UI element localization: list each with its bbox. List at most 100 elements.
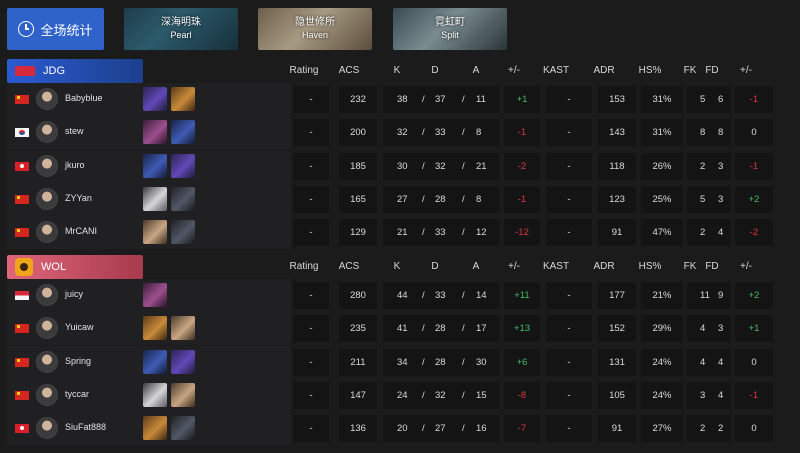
separator: / xyxy=(422,356,425,368)
column-header-d[interactable]: D xyxy=(430,65,440,76)
flag-cn-icon xyxy=(15,390,29,400)
stat-acs: 136 xyxy=(339,415,377,443)
player-name[interactable]: MrCANI xyxy=(65,226,97,236)
player-info: jkuro xyxy=(7,149,291,183)
agent-dark-icon xyxy=(171,220,195,245)
player-info: ZYYan xyxy=(7,182,291,216)
stat-k: 32 xyxy=(397,127,408,139)
agent-tan-icon xyxy=(171,316,195,341)
column-header-fd[interactable]: FD xyxy=(705,65,719,76)
clock-icon xyxy=(18,21,35,37)
table-row[interactable]: Spring -211 34 28 30// +6-131 24% 4 4 0 xyxy=(7,345,792,379)
stat-adr: 153 xyxy=(598,86,636,113)
player-name[interactable]: tyccar xyxy=(65,389,89,399)
column-header-kast[interactable]: KAST xyxy=(542,261,570,272)
player-name[interactable]: SiuFat888 xyxy=(65,422,106,432)
table-row[interactable]: stew -200 32 33 8// -1-143 31% 8 8 0 xyxy=(7,116,792,150)
flag-cn-icon xyxy=(15,357,29,367)
separator: / xyxy=(462,160,465,172)
column-header-acs[interactable]: ACS xyxy=(338,65,360,76)
agent-purple-icon xyxy=(171,349,195,374)
table-row[interactable]: ZYYan -165 27 28 8// -1-123 25% 5 3 +2 xyxy=(7,182,792,216)
stat-kast: - xyxy=(546,219,592,247)
stat-hs: 26% xyxy=(641,152,683,180)
column-header-k[interactable]: K xyxy=(392,65,402,76)
agent-dark-icon xyxy=(171,186,195,211)
table-row[interactable]: SiuFat888-136 20 27 16// -7-91 27% 2 2 0 xyxy=(7,412,792,446)
player-name[interactable]: Spring xyxy=(65,356,91,366)
map-tab-split[interactable]: 霓虹町 Split xyxy=(393,8,507,50)
team-logo-icon xyxy=(15,66,35,76)
stat-adr: 143 xyxy=(598,119,636,147)
map-tab-pearl[interactable]: 深海明珠 Pearl xyxy=(124,8,238,50)
player-info: Yuicaw xyxy=(7,312,291,346)
column-header-pm[interactable]: +/- xyxy=(505,65,523,76)
stat-kast: - xyxy=(546,86,592,113)
column-header-hs[interactable]: HS% xyxy=(638,261,662,272)
column-header-fd[interactable]: FD xyxy=(705,261,719,272)
stat-d: 28 xyxy=(435,323,446,335)
stat-fk-fd-group xyxy=(687,348,731,376)
separator: / xyxy=(422,227,425,239)
stat-rating: - xyxy=(293,152,329,180)
table-row[interactable]: jkuro -185 30 32 21// -2-118 26% 2 3 -1 xyxy=(7,149,792,183)
table-row[interactable]: juicy -280 44 33 14// +11-177 21% 11 9 +2 xyxy=(7,279,792,312)
column-header-fk[interactable]: FK xyxy=(683,65,697,76)
stat-hs: 31% xyxy=(641,119,683,147)
table-row[interactable]: tyccar -147 24 32 15// -8-105 24% 3 4 -1 xyxy=(7,378,792,412)
separator: / xyxy=(462,193,465,205)
flag-cn-icon xyxy=(15,228,29,238)
stat-plus-minus: -2 xyxy=(504,152,540,180)
table-row[interactable]: Yuicaw -235 41 28 17// +13-152 29% 4 3 +1 xyxy=(7,312,792,346)
player-name[interactable]: Yuicaw xyxy=(65,322,94,332)
stat-a: 21 xyxy=(476,160,487,172)
stat-fk-fd-group xyxy=(687,381,731,409)
column-header-fpm[interactable]: +/- xyxy=(737,65,755,76)
player-name[interactable]: juicy xyxy=(65,289,83,299)
player-name[interactable]: jkuro xyxy=(65,160,85,170)
player-name[interactable]: Babyblue xyxy=(65,93,103,103)
stat-d: 33 xyxy=(435,290,446,301)
stat-fk: 11 xyxy=(700,290,710,301)
stat-d: 32 xyxy=(435,160,446,172)
stat-k: 30 xyxy=(397,160,408,172)
column-header-adr[interactable]: ADR xyxy=(592,65,616,76)
stat-fk-fd-group xyxy=(687,152,731,180)
column-header-adr[interactable]: ADR xyxy=(592,261,616,272)
player-avatar xyxy=(36,350,58,373)
column-header-a[interactable]: A xyxy=(471,65,481,76)
player-name[interactable]: stew xyxy=(65,126,84,136)
column-header-kast[interactable]: KAST xyxy=(542,65,570,76)
stat-plus-minus: -7 xyxy=(504,415,540,443)
stat-hs: 21% xyxy=(641,282,683,309)
team-logo-icon xyxy=(15,258,33,276)
agent-dark-icon xyxy=(171,416,195,441)
column-header-a[interactable]: A xyxy=(471,261,481,272)
stat-acs: 165 xyxy=(339,185,377,213)
stat-d: 33 xyxy=(435,127,446,139)
stat-fd: 3 xyxy=(718,160,724,172)
player-name[interactable]: ZYYan xyxy=(65,193,92,203)
column-header-fk[interactable]: FK xyxy=(683,261,697,272)
stat-kast: - xyxy=(546,185,592,213)
table-row[interactable]: MrCANI -129 21 33 12// -12-91 47% 2 4 -2 xyxy=(7,216,792,250)
overall-stats-button[interactable]: 全场统计 xyxy=(7,8,104,50)
separator: / xyxy=(462,423,465,435)
column-header-acs[interactable]: ACS xyxy=(338,261,360,272)
column-header-rating[interactable]: Rating xyxy=(286,261,322,272)
column-header-hs[interactable]: HS% xyxy=(638,65,662,76)
stat-fk-fd-group xyxy=(687,415,731,443)
table-row[interactable]: Babyblue -232 38 37 11// +1-153 31% 5 6 -1 xyxy=(7,83,792,116)
stat-kast: - xyxy=(546,348,592,376)
separator: / xyxy=(462,356,465,368)
stat-adr: 177 xyxy=(598,282,636,309)
stat-a: 8 xyxy=(476,193,482,205)
map-tab-haven[interactable]: 隐世修所 Haven xyxy=(258,8,372,50)
column-header-k[interactable]: K xyxy=(392,261,402,272)
column-header-d[interactable]: D xyxy=(430,261,440,272)
column-header-fpm[interactable]: +/- xyxy=(737,261,755,272)
column-header-rating[interactable]: Rating xyxy=(286,65,322,76)
map-name-cn: 霓虹町 xyxy=(435,17,465,28)
column-header-pm[interactable]: +/- xyxy=(505,261,523,272)
agent-orange-icon xyxy=(143,316,167,341)
